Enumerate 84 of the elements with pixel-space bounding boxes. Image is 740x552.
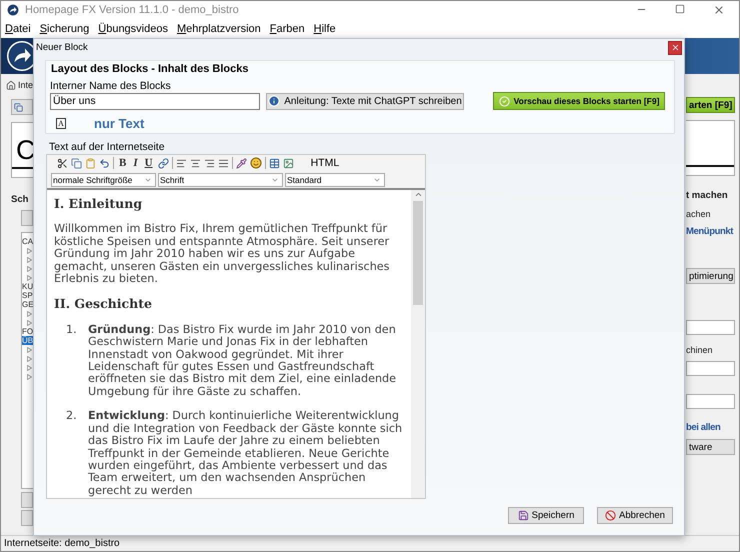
panel-button[interactable]: ptimierung <box>686 268 735 284</box>
cancel-icon <box>605 510 616 521</box>
menu-item[interactable]: Übungsvideos <box>98 22 168 34</box>
title-text: C <box>15 134 36 166</box>
preview-button[interactable]: Vorschau dieses Blocks starten [F9] <box>493 92 665 110</box>
panel-link[interactable]: Menüpunkt <box>686 226 735 237</box>
list-item-text: Gründung: Das Bistro Fix wurde im Jahr 2010 von den Geschwistern Marie und Jonas Fix in der lebhaften Innenstadt von Oakwood gegründet. Mit ihrer Leidenschaft für gutes Essen und Gastfreundschaft eröffneten sie das Bistro mit dem Ziel, eine einladende Umgebung für ihre Gäste zu schaffen. <box>88 324 398 398</box>
html-button[interactable]: HTML <box>310 157 340 169</box>
button[interactable] <box>21 510 33 526</box>
close-button[interactable] <box>668 40 682 54</box>
check-icon <box>498 96 510 106</box>
underline-button[interactable]: U <box>142 157 155 169</box>
align-left-icon[interactable] <box>176 158 187 168</box>
block-type: nur Text <box>94 116 144 131</box>
panel-link[interactable]: bei allen <box>686 422 735 433</box>
smiley-icon[interactable] <box>250 157 262 169</box>
input-field[interactable] <box>686 320 735 335</box>
save-button[interactable]: Speichern <box>508 507 584 524</box>
dropdown[interactable]: Standard <box>285 172 385 186</box>
dropdown[interactable]: Schrift <box>158 172 283 186</box>
input-field[interactable] <box>686 394 735 409</box>
image-icon[interactable] <box>282 158 294 168</box>
undo-icon[interactable] <box>99 158 110 168</box>
preview-button[interactable]: arten [F9] <box>686 97 735 113</box>
tree-item[interactable]: KU <box>22 282 33 291</box>
bold-button[interactable]: B <box>117 157 128 169</box>
window-title: Homepage FX Version 11.1.0 - demo_bistro <box>25 4 240 16</box>
panel-text: chinen <box>686 345 714 355</box>
table-icon[interactable] <box>268 158 280 168</box>
button[interactable] <box>21 210 33 226</box>
cancel-button[interactable]: Abbrechen <box>597 507 673 524</box>
italic-button[interactable]: I <box>131 157 140 169</box>
close-icon <box>670 43 680 52</box>
content-heading: I. Einleitung <box>54 198 144 210</box>
section-title: Sch <box>10 194 30 205</box>
panel-heading: t machen <box>686 190 729 201</box>
menu-item[interactable]: Datei <box>5 22 31 34</box>
chevron-up-icon <box>414 190 422 199</box>
maximize-icon[interactable] <box>675 4 685 14</box>
panel-text: achen <box>686 209 712 219</box>
close-icon[interactable] <box>713 4 725 16</box>
status-text: Internetseite: demo_bistro <box>1 535 739 551</box>
dialog-title: Neuer Block <box>36 42 88 53</box>
content-paragraph: Willkommen im Bistro Fix, Ihrem gemütlichen Treffpunkt für köstliche Speisen und entspannte Atmosphäre. Seit unserer Gründung im Jahr 2010 haben wir es uns zur Aufgabe gemacht, unseren Gästen ein unvergessliches kulinarisches Erlebnis zu bieten. <box>54 223 390 286</box>
panel-button[interactable]: tware <box>686 439 735 455</box>
breadcrumb: Inte <box>18 80 33 90</box>
tree-item[interactable]: GE <box>22 300 33 309</box>
scrollbar[interactable] <box>411 190 425 498</box>
title-preview <box>686 120 735 176</box>
tree-item[interactable]: SP <box>22 291 33 300</box>
content-heading: II. Geschichte <box>54 298 153 311</box>
align-right-icon[interactable] <box>204 158 215 168</box>
name-field[interactable]: Über uns <box>50 92 260 110</box>
copy-icon <box>14 102 23 112</box>
group-title: Layout des Blocks - Inhalt des Blocks <box>50 63 250 75</box>
scroll-thumb[interactable] <box>413 201 423 305</box>
pipette-icon[interactable] <box>236 158 247 168</box>
link-icon[interactable] <box>158 158 169 168</box>
editor-label: Text auf der Internetseite <box>48 141 166 153</box>
help-button[interactable]: Anleitung: Texte mit ChatGPT schreiben <box>266 92 464 110</box>
tree-item[interactable]: FO <box>22 327 33 336</box>
save-icon <box>518 510 529 521</box>
list-number: 2. <box>66 410 78 424</box>
menu-item[interactable]: Hilfe <box>314 22 336 34</box>
copy-icon[interactable] <box>71 158 82 168</box>
list-item-text: Entwicklung: Durch kontinuierliche Weiterentwicklung und die Integration von Feedback der Gäste konnte sich das Bistro Fix im Laufe der Jahre zu einem beliebten Treffpunkt in der Gemeinde etablieren. Neue Gerichte wurden eingeführt, das Ambiente verbessert und das Team erweitert, um den wachsenden Ansprüchen gerecht zu werden <box>88 410 403 498</box>
field-label: Interner Name des Blocks <box>50 80 172 92</box>
cut-icon[interactable] <box>57 158 68 168</box>
tree-item[interactable]: ÜB <box>22 336 33 345</box>
home-icon[interactable] <box>6 80 16 90</box>
app-logo-icon <box>7 4 19 16</box>
toolbar-button[interactable] <box>11 99 33 115</box>
text-block-icon: A <box>56 118 66 129</box>
button[interactable] <box>21 492 33 508</box>
align-justify-icon[interactable] <box>218 158 229 168</box>
menu-item[interactable]: Farben <box>270 22 305 34</box>
align-center-icon[interactable] <box>190 158 201 168</box>
input-field[interactable] <box>686 361 735 376</box>
tree-item[interactable]: CA <box>22 237 33 246</box>
menu-item[interactable]: Mehrplatzversion <box>176 22 261 34</box>
info-icon <box>268 95 280 107</box>
dropdown[interactable]: normale Schriftgröße <box>51 172 156 186</box>
list-number: 1. <box>66 324 78 338</box>
menu-item[interactable]: Sicherung <box>40 22 90 34</box>
